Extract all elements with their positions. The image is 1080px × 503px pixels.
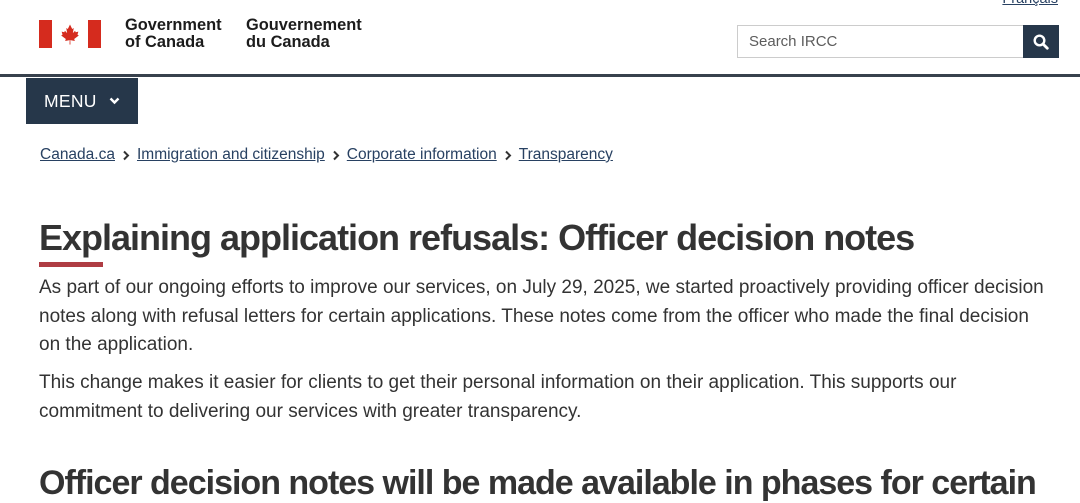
page-title: Explaining application refusals: Officer… [39, 217, 915, 258]
chevron-down-icon [109, 97, 120, 105]
breadcrumb-link-immigration[interactable]: Immigration and citizenship [137, 145, 325, 165]
breadcrumb-link-canada[interactable]: Canada.ca [40, 145, 115, 165]
search-input[interactable] [737, 25, 1023, 58]
canada-flag-icon [39, 20, 101, 48]
page-title-underline [39, 262, 103, 267]
breadcrumb: Canada.ca Immigration and citizenship Co… [40, 145, 613, 165]
search-button[interactable] [1023, 25, 1059, 58]
government-name-english-line-2: of Canada [125, 33, 205, 51]
government-name-french-line-1: Gouvernement [246, 16, 362, 34]
government-name-english-line-1: Government [125, 16, 222, 34]
main-content: Explaining application refusals: Officer… [39, 216, 1050, 503]
government-name-english: Government of Canada [125, 17, 222, 51]
government-name-french-line-2: du Canada [246, 33, 330, 51]
breadcrumb-link-transparency[interactable]: Transparency [519, 145, 613, 165]
transparency-paragraph: This change makes it easier for clients … [39, 372, 957, 422]
chevron-right-icon [505, 150, 512, 160]
chevron-right-icon [333, 150, 340, 160]
chevron-right-icon [123, 150, 130, 160]
menu-button-label: MENU [44, 90, 97, 111]
site-header: Français Government of Canada Gouverneme… [0, 0, 1080, 78]
menu-button[interactable]: MENU [26, 78, 138, 124]
breadcrumb-link-corporate-information[interactable]: Corporate information [347, 145, 497, 165]
search-icon [1033, 33, 1049, 50]
government-of-canada-logo-link[interactable]: Government of Canada Gouvernement du Can… [39, 17, 369, 51]
header-divider [0, 74, 1080, 77]
section-heading: Officer decision notes will be made avai… [39, 464, 1037, 502]
government-name-french: Gouvernement du Canada [246, 17, 362, 51]
intro-paragraph: As part of our ongoing efforts to improv… [39, 277, 1044, 355]
language-toggle-link[interactable]: Français [1002, 0, 1058, 8]
search-form [737, 25, 1059, 58]
